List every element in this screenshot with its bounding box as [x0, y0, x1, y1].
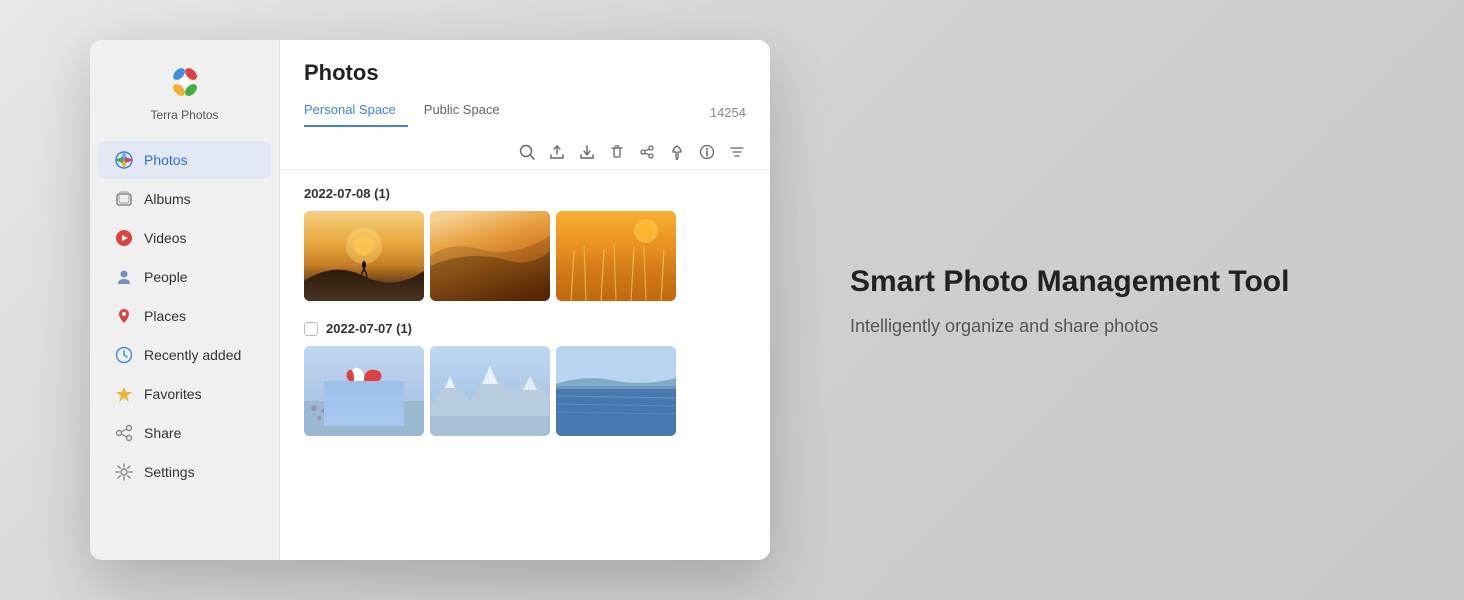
sidebar-label-favorites: Favorites — [144, 386, 202, 402]
sidebar-item-photos[interactable]: Photos — [98, 141, 271, 179]
main-header: Photos Personal Space Public Space 14254 — [280, 40, 770, 135]
photo-thumb-dune[interactable] — [430, 211, 550, 301]
main-content: Photos Personal Space Public Space 14254 — [280, 40, 770, 560]
pin-icon[interactable] — [668, 143, 686, 161]
info-icon[interactable] — [698, 143, 716, 161]
marketing-section: Smart Photo Management Tool Intelligentl… — [770, 264, 1464, 337]
download-icon[interactable] — [578, 143, 596, 161]
share-icon — [114, 423, 134, 443]
albums-icon — [114, 189, 134, 209]
delete-icon[interactable] — [608, 143, 626, 161]
favorites-icon — [114, 384, 134, 404]
photo-thumb-umbrella[interactable] — [304, 346, 424, 436]
sidebar-label-videos: Videos — [144, 230, 187, 246]
photo-grid-1 — [304, 211, 746, 301]
sidebar-label-albums: Albums — [144, 191, 191, 207]
sidebar-label-places: Places — [144, 308, 186, 324]
sidebar-item-favorites[interactable]: Favorites — [98, 375, 271, 413]
date-label-row-2: 2022-07-07 (1) — [304, 321, 746, 336]
videos-icon — [114, 228, 134, 248]
date-label-1: 2022-07-08 (1) — [304, 186, 390, 201]
photo-grid-2 — [304, 346, 746, 436]
photos-icon — [114, 150, 134, 170]
people-icon — [114, 267, 134, 287]
app-name: Terra Photos — [150, 108, 218, 122]
tabs-row: Personal Space Public Space 14254 — [304, 98, 746, 127]
tabs: Personal Space Public Space — [304, 98, 512, 127]
search-toolbar-icon[interactable] — [518, 143, 536, 161]
app-logo — [163, 60, 207, 104]
sidebar: Terra Photos Photos — [90, 40, 280, 560]
toolbar — [280, 135, 770, 170]
filter-icon[interactable] — [728, 143, 746, 161]
sidebar-item-albums[interactable]: Albums — [98, 180, 271, 218]
recently-added-icon — [114, 345, 134, 365]
upload-icon[interactable] — [548, 143, 566, 161]
settings-icon — [114, 462, 134, 482]
tab-public-space[interactable]: Public Space — [424, 98, 512, 127]
sidebar-item-videos[interactable]: Videos — [98, 219, 271, 257]
logo-area: Terra Photos — [90, 40, 279, 136]
sidebar-item-recently-added[interactable]: Recently added — [98, 336, 271, 374]
photo-thumb-mountain[interactable] — [430, 346, 550, 436]
marketing-subtitle: Intelligently organize and share photos — [850, 316, 1158, 337]
photo-grid-container: 2022-07-08 (1) — [280, 170, 770, 560]
sidebar-item-share[interactable]: Share — [98, 414, 271, 452]
photo-thumb-wheat[interactable] — [556, 211, 676, 301]
date-label-row-1: 2022-07-08 (1) — [304, 186, 746, 201]
sidebar-nav: Photos Albums — [90, 136, 279, 496]
marketing-title: Smart Photo Management Tool — [850, 264, 1289, 300]
date-group-2: 2022-07-07 (1) — [304, 321, 746, 436]
date-checkbox-2[interactable] — [304, 322, 318, 336]
share-toolbar-icon[interactable] — [638, 143, 656, 161]
sidebar-item-people[interactable]: People — [98, 258, 271, 296]
sidebar-label-share: Share — [144, 425, 181, 441]
app-window: Terra Photos Photos — [90, 40, 770, 560]
sidebar-label-recently-added: Recently added — [144, 347, 241, 363]
photo-count: 14254 — [710, 105, 746, 120]
places-icon — [114, 306, 134, 326]
photo-thumb-ocean[interactable] — [556, 346, 676, 436]
sidebar-label-settings: Settings — [144, 464, 195, 480]
photo-thumb-desert[interactable] — [304, 211, 424, 301]
sidebar-item-settings[interactable]: Settings — [98, 453, 271, 491]
date-group-1: 2022-07-08 (1) — [304, 186, 746, 301]
tab-personal-space[interactable]: Personal Space — [304, 98, 408, 127]
date-label-2: 2022-07-07 (1) — [326, 321, 412, 336]
page-title: Photos — [304, 60, 746, 86]
sidebar-item-places[interactable]: Places — [98, 297, 271, 335]
sidebar-label-people: People — [144, 269, 188, 285]
sidebar-label-photos: Photos — [144, 152, 188, 168]
